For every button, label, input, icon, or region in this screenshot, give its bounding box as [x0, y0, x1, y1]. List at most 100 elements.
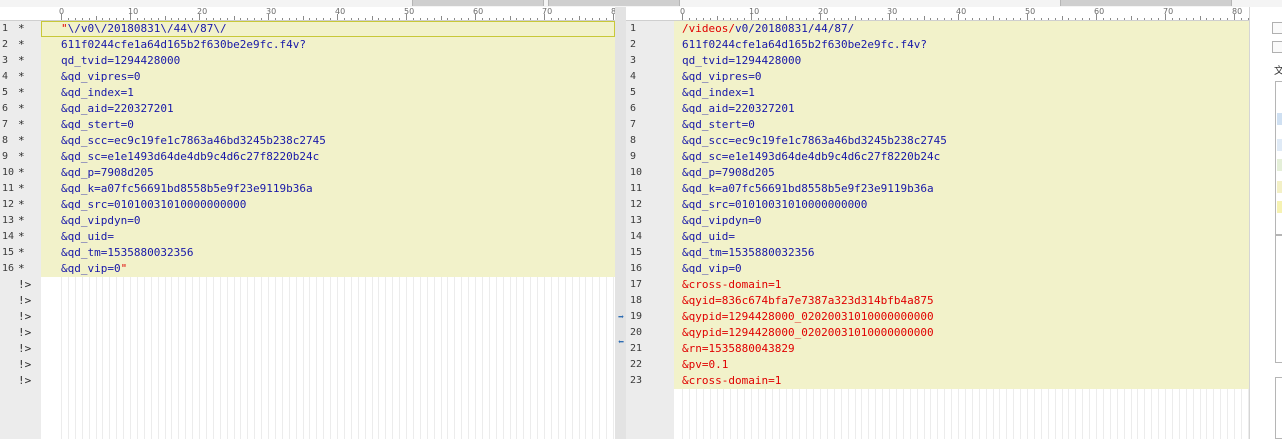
- arrow-left-icon[interactable]: ⬅: [616, 338, 626, 348]
- code-segment: &rn=1535880043829: [682, 342, 795, 355]
- toolbar-button[interactable]: [1060, 0, 1232, 6]
- code-line[interactable]: &qyid=836c674bfa7e7387a323d314bfb4a875: [674, 293, 1249, 309]
- code-line[interactable]: qd_tvid=1294428000: [674, 53, 1249, 69]
- panel-checkbox[interactable]: [1272, 41, 1282, 53]
- code-line[interactable]: &qypid=1294428000_02020031010000000000: [674, 325, 1249, 341]
- left-text-area[interactable]: "\/v0\/20180831\/44\/87\/611f0244cfe1a64…: [41, 21, 615, 439]
- ruler-tick: [1102, 18, 1104, 20]
- code-segment: &cross-domain=1: [682, 278, 782, 291]
- ruler-tick: [937, 18, 939, 20]
- code-line[interactable]: &cross-domain=1: [674, 277, 1249, 293]
- ruler-tick: [882, 18, 884, 20]
- code-line[interactable]: &qd_vipres=0: [674, 69, 1249, 85]
- ruler-tick: [868, 18, 870, 20]
- ruler-tick: [585, 18, 587, 20]
- toolbar-button[interactable]: [412, 0, 544, 6]
- ruler-tick: [385, 18, 387, 20]
- ruler-tick: [695, 18, 697, 20]
- code-text: &qd_p=7908d205: [682, 165, 775, 181]
- ruler-tick: [847, 18, 849, 20]
- ruler-tick: [392, 18, 394, 20]
- code-line[interactable]: &qd_p=7908d205: [41, 165, 615, 181]
- code-line[interactable]: &qd_stert=0: [41, 117, 615, 133]
- side-panel-bottom[interactable]: [1275, 377, 1282, 439]
- code-line[interactable]: &qd_scc=ec9c19fe1c7863a46bd3245b238c2745: [41, 133, 615, 149]
- color-swatch: [1277, 201, 1282, 213]
- code-line[interactable]: &cross-domain=1: [674, 373, 1249, 389]
- ruler-tick: [488, 18, 490, 20]
- code-line[interactable]: &qd_sc=e1e1493d64de4db9c4d6c27f8220b24c: [41, 149, 615, 165]
- ruler-tick: [799, 18, 801, 20]
- ruler-tick: [323, 18, 325, 20]
- code-line[interactable]: &qd_aid=220327201: [674, 101, 1249, 117]
- code-line[interactable]: &qd_aid=220327201: [41, 101, 615, 117]
- code-line[interactable]: &qd_p=7908d205: [674, 165, 1249, 181]
- code-text: &qd_k=a07fc56691bd8558b5e9f23e9119b36a: [682, 181, 934, 197]
- code-line[interactable]: &pv=0.1: [674, 357, 1249, 373]
- code-line[interactable]: &qypid=1294428000_02020031010000000000: [674, 309, 1249, 325]
- ruler-tick: [964, 18, 966, 20]
- code-line[interactable]: &qd_stert=0: [674, 117, 1249, 133]
- code-line[interactable]: &rn=1535880043829: [674, 341, 1249, 357]
- ruler-tick: [205, 18, 207, 20]
- code-line[interactable]: &qd_vip=0": [41, 261, 615, 277]
- code-line[interactable]: &qd_vipdyn=0: [41, 213, 615, 229]
- ruler-tick: [951, 18, 953, 20]
- code-line[interactable]: &qd_k=a07fc56691bd8558b5e9f23e9119b36a: [674, 181, 1249, 197]
- panel-checkbox[interactable]: [1272, 22, 1282, 34]
- ruler-tick: [1178, 18, 1180, 20]
- code-line[interactable]: &qd_vipres=0: [41, 69, 615, 85]
- ruler-label: 0: [680, 7, 686, 16]
- code-line[interactable]: /videos/v0/20180831/44/87/: [674, 21, 1249, 37]
- code-segment: &qd_stert=0: [61, 118, 134, 131]
- ruler-tick: [985, 18, 987, 20]
- code-line[interactable]: &qd_index=1: [41, 85, 615, 101]
- code-text: qd_tvid=1294428000: [61, 53, 180, 69]
- left-compare-pane[interactable]: 01020304050607080 1*2*3*4*5*6*7*8*9*10*1…: [0, 7, 615, 439]
- ruler-tick: [226, 18, 228, 20]
- ruler-tick: [1116, 18, 1118, 20]
- code-segment: &qd_vip=0: [61, 262, 121, 275]
- code-line[interactable]: &qd_k=a07fc56691bd8558b5e9f23e9119b36a: [41, 181, 615, 197]
- code-text: "\/v0\/20180831\/44\/87\/: [61, 21, 227, 37]
- ruler-tick: [371, 16, 373, 20]
- arrow-right-icon[interactable]: ➡: [616, 313, 626, 323]
- code-line[interactable]: &qd_scc=ec9c19fe1c7863a46bd3245b238c2745: [674, 133, 1249, 149]
- ruler-tick: [447, 18, 449, 20]
- code-line[interactable]: &qd_vipdyn=0: [674, 213, 1249, 229]
- code-line[interactable]: &qd_uid=: [674, 229, 1249, 245]
- ruler-tick: [1240, 18, 1242, 20]
- ruler-tick: [185, 18, 187, 20]
- code-text: &qd_aid=220327201: [682, 101, 795, 117]
- ruler-label: 20: [197, 7, 208, 16]
- right-text-area[interactable]: /videos/v0/20180831/44/87/611f0244cfe1a6…: [674, 21, 1249, 439]
- right-compare-pane[interactable]: 0 10 20 30 40 50 60 70 80 1 2 3 4 5 6 7 8 9 10 11 12 13 14 15 1…: [626, 7, 1249, 439]
- ruler-tick: [744, 18, 746, 20]
- code-line[interactable]: &qd_src=01010031010000000000: [41, 197, 615, 213]
- ruler-tick: [67, 18, 69, 20]
- code-line[interactable]: 611f0244cfe1a64d165b2f630be2e9fc.f4v?: [41, 37, 615, 53]
- code-line[interactable]: &qd_vip=0: [674, 261, 1249, 277]
- ruler-tick: [806, 18, 808, 20]
- toolbar-button[interactable]: [548, 0, 680, 6]
- ruler-tick: [88, 18, 90, 20]
- ruler-label: 0: [59, 7, 65, 16]
- code-line[interactable]: &qd_tm=1535880032356: [674, 245, 1249, 261]
- ruler-tick: [274, 18, 276, 20]
- ruler-tick: [840, 18, 842, 20]
- code-line[interactable]: &qd_tm=1535880032356: [41, 245, 615, 261]
- code-line[interactable]: 611f0244cfe1a64d165b2f630be2e9fc.f4v?: [674, 37, 1249, 53]
- code-line[interactable]: qd_tvid=1294428000: [41, 53, 615, 69]
- code-text: &qd_p=7908d205: [61, 165, 154, 181]
- ruler-tick: [247, 18, 249, 20]
- ruler-tick: [1061, 16, 1063, 20]
- code-segment: &qd_scc=ec9c19fe1c7863a46bd3245b238c2745: [682, 134, 947, 147]
- code-line[interactable]: &qd_src=01010031010000000000: [674, 197, 1249, 213]
- side-panel-lower[interactable]: [1275, 235, 1282, 363]
- diff-splitter: ➡ ⬅: [615, 7, 626, 439]
- code-line[interactable]: &qd_uid=: [41, 229, 615, 245]
- ruler-tick: [1227, 18, 1229, 20]
- code-line[interactable]: &qd_sc=e1e1493d64de4db9c4d6c27f8220b24c: [674, 149, 1249, 165]
- code-line[interactable]: "\/v0\/20180831\/44\/87\/: [41, 21, 615, 37]
- code-line[interactable]: &qd_index=1: [674, 85, 1249, 101]
